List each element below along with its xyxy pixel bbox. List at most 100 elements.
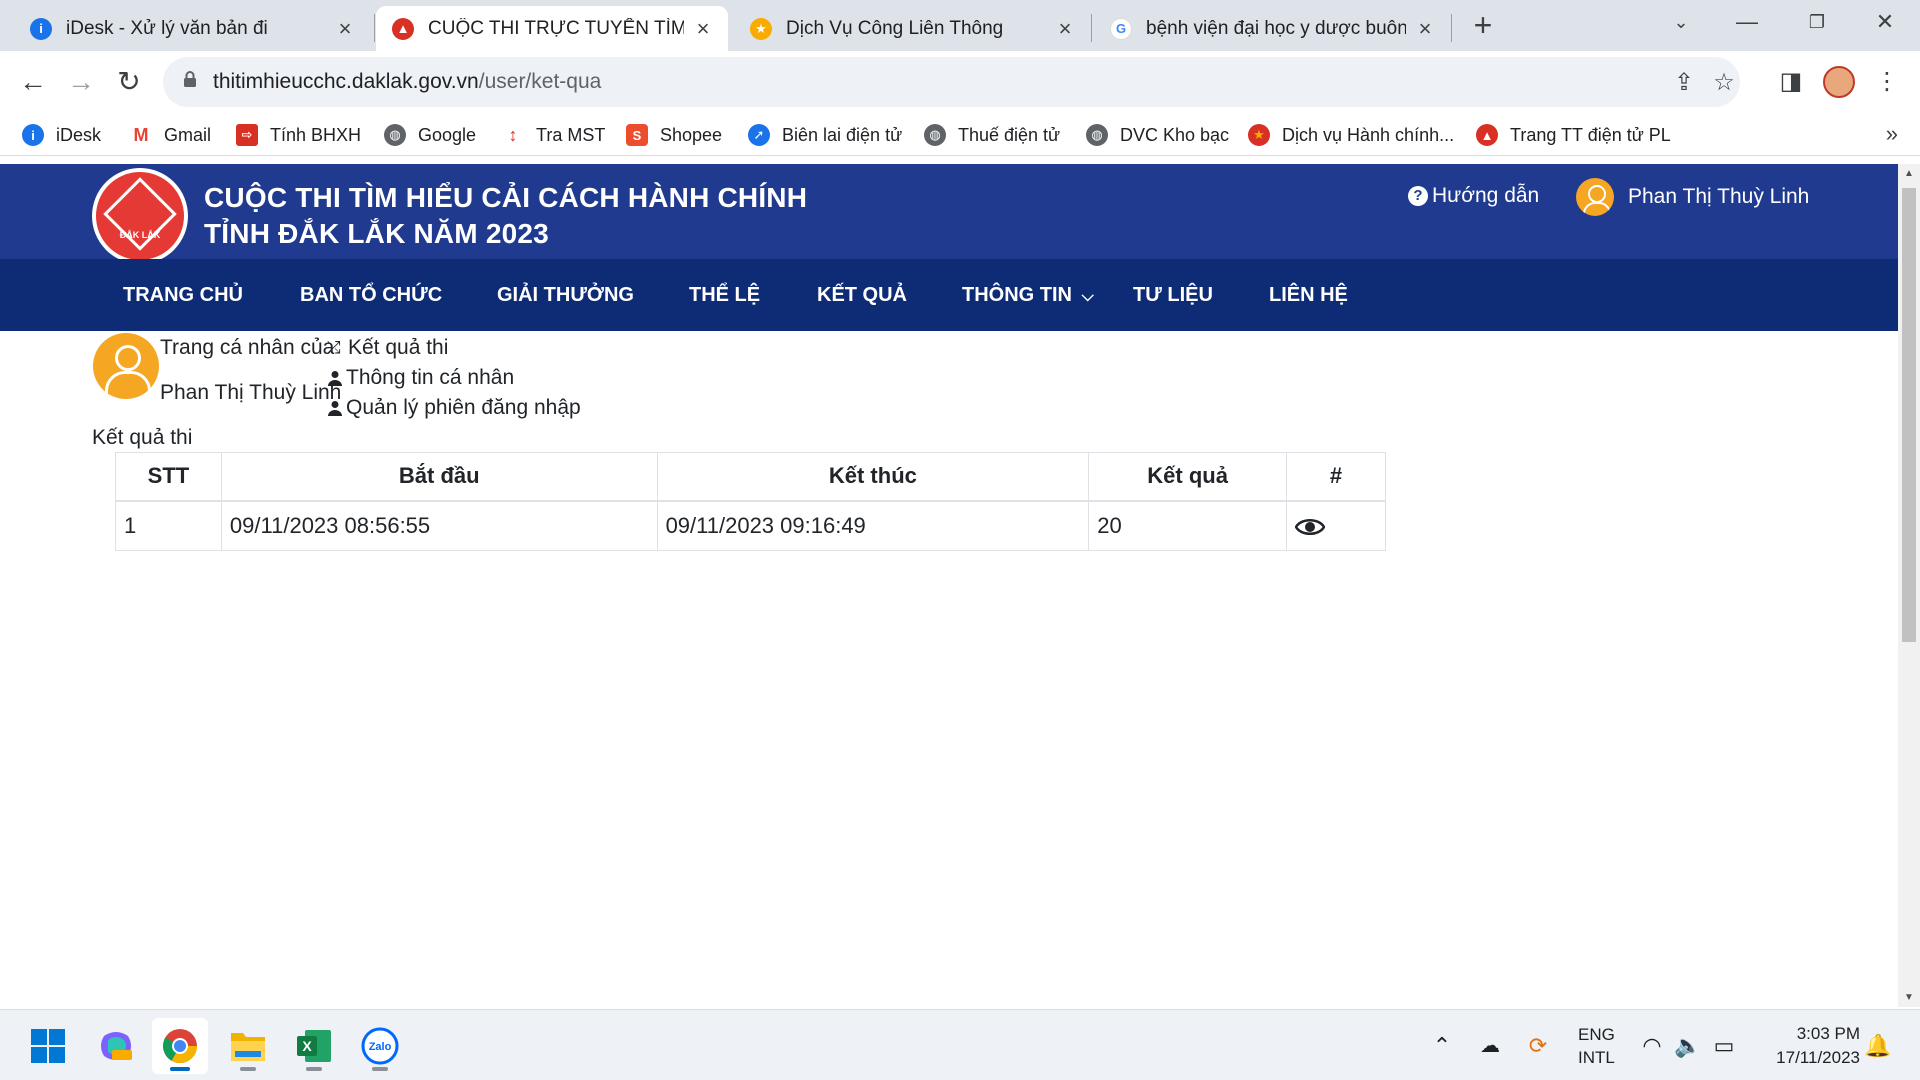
svg-text:X: X xyxy=(302,1038,312,1054)
nav-trang-chu[interactable]: TRANG CHỦ xyxy=(123,259,243,331)
bookmark-label: Tính BHXH xyxy=(270,124,362,145)
clock[interactable]: 3:03 PM 17/11/2023 xyxy=(1760,1010,1860,1080)
bookmark-thue-dien-tu[interactable]: ◍ Thuế điện tử xyxy=(924,121,1060,149)
site-title: CUỘC THI TÌM HIỂU CẢI CÁCH HÀNH CHÍNH TỈ… xyxy=(204,180,807,252)
menu-label: Quản lý phiên đăng nhập xyxy=(346,396,581,419)
bookmark-dvc-kho-bac[interactable]: ◍ DVC Kho bạc xyxy=(1086,121,1229,149)
speaker-muted-icon[interactable]: 🔈 xyxy=(1674,1032,1702,1060)
profile-avatar-icon[interactable] xyxy=(1822,65,1856,99)
user-icon xyxy=(328,371,342,386)
taskbar-zalo[interactable]: Zalo xyxy=(352,1018,408,1074)
reload-icon[interactable]: ↻ xyxy=(112,65,146,99)
bookmarks-more-icon[interactable]: » xyxy=(1886,121,1898,147)
user-avatar-icon xyxy=(1576,178,1614,216)
copilot-icon xyxy=(101,1032,132,1060)
browser-tab-idesk[interactable]: i iDesk - Xử lý văn bản đi × xyxy=(14,6,370,51)
taskbar-copilot[interactable] xyxy=(88,1018,144,1074)
nav-giai-thuong[interactable]: GIẢI THƯỞNG xyxy=(497,259,634,331)
svg-text:Zalo: Zalo xyxy=(369,1041,392,1053)
show-hidden-icons-chevron-up-icon[interactable]: ⌃ xyxy=(1428,1032,1456,1060)
scroll-down-icon[interactable]: ▼ xyxy=(1898,992,1920,1003)
table-header-row: STT Bắt đầu Kết thúc Kết quả # xyxy=(115,452,1386,502)
bookmark-shopee[interactable]: S Shopee xyxy=(626,121,722,149)
menu-ket-qua-thi[interactable]: ⤮ Kết quả thi xyxy=(327,336,448,360)
site-title-line2: TỈNH ĐẮK LẮK NĂM 2023 xyxy=(204,218,549,249)
nav-ban-to-chuc[interactable]: BAN TỔ CHỨC xyxy=(300,259,442,331)
sync-icon[interactable]: ⟳ xyxy=(1524,1032,1552,1060)
lock-icon xyxy=(184,71,196,87)
help-label: Hướng dẫn xyxy=(1432,184,1540,207)
question-circle-icon: ? xyxy=(1408,186,1428,206)
profile-heading: Trang cá nhân của xyxy=(160,336,335,359)
profile-name: Phan Thị Thuỳ Linh xyxy=(160,381,342,404)
zalo-icon: Zalo xyxy=(361,1027,399,1065)
menu-icon[interactable]: ⋮ xyxy=(1870,65,1904,99)
bookmark-trang-tt-pl[interactable]: ▲ Trang TT điện tử PL xyxy=(1476,121,1671,149)
google-icon: G xyxy=(1110,17,1132,40)
browser-tab-dvc[interactable]: ★ Dịch Vụ Công Liên Thông × xyxy=(734,6,1090,51)
bienlai-icon: ➚ xyxy=(748,124,770,146)
minimize-icon[interactable]: — xyxy=(1712,0,1782,44)
address-bar[interactable]: thitimhieucchc.daklak.gov.vn/user/ket-qu… xyxy=(163,57,1740,107)
shopee-icon: S xyxy=(626,124,648,146)
bookmark-tra-mst[interactable]: ↕ Tra MST xyxy=(502,121,605,149)
close-icon[interactable]: × xyxy=(1054,16,1076,42)
wifi-icon[interactable]: ◠ xyxy=(1638,1032,1666,1060)
header-user-menu[interactable]: Phan Thị Thuỳ Linh xyxy=(1576,178,1809,216)
bookmark-bien-lai[interactable]: ➚ Biên lai điện tử xyxy=(748,121,902,149)
taskbar-chrome[interactable] xyxy=(152,1018,208,1074)
tab-separator xyxy=(1451,14,1452,42)
scroll-thumb[interactable] xyxy=(1902,188,1916,642)
tab-separator xyxy=(374,14,375,42)
nav-lien-he[interactable]: LIÊN HỆ xyxy=(1269,259,1348,331)
side-panel-icon[interactable]: ◨ xyxy=(1774,65,1808,99)
windows-taskbar: X Zalo ⌃ ☁ ⟳ ENG INTL ◠ 🔈 ▭ 3:03 PM 17/1… xyxy=(0,1009,1920,1080)
start-button[interactable] xyxy=(20,1018,76,1074)
daklak-logo[interactable]: ĐẮK LẮK xyxy=(92,168,188,264)
bookmarks-bar: i iDesk M Gmail ⇨ Tính BHXH ◍ Google ↕ T… xyxy=(0,113,1920,156)
cell-score: 20 xyxy=(1088,500,1288,551)
taskbar-excel[interactable]: X xyxy=(286,1018,342,1074)
bookmark-tinh-bhxh[interactable]: ⇨ Tính BHXH xyxy=(236,121,361,149)
share-icon[interactable]: ⇪ xyxy=(1670,69,1698,97)
back-icon[interactable]: ← xyxy=(16,65,50,99)
menu-thong-tin-ca-nhan[interactable]: Thông tin cá nhân xyxy=(327,366,514,390)
bookmark-gmail[interactable]: M Gmail xyxy=(130,121,211,149)
window-close-icon[interactable]: ✕ xyxy=(1850,0,1920,44)
idesk-icon: i xyxy=(22,124,44,146)
onedrive-offline-icon[interactable]: ☁ xyxy=(1476,1032,1504,1060)
taskbar-file-explorer[interactable] xyxy=(220,1018,276,1074)
menu-label: Kết quả thi xyxy=(348,336,449,359)
star-icon[interactable]: ☆ xyxy=(1710,69,1738,97)
browser-tab-cuoc-thi[interactable]: ▲ CUỘC THI TRỰC TUYẾN TÌM HIỂ × xyxy=(376,6,728,51)
help-link[interactable]: ? Hướng dẫn xyxy=(1408,184,1539,208)
eye-icon[interactable] xyxy=(1295,516,1326,538)
restore-icon[interactable]: ❐ xyxy=(1782,0,1852,44)
nav-thong-tin[interactable]: THÔNG TIN ⌵ xyxy=(962,259,1094,333)
notification-bell-icon[interactable]: 🔔 xyxy=(1864,1032,1892,1060)
tab-search-icon[interactable]: ⌄ xyxy=(1646,0,1716,44)
battery-icon[interactable]: ▭ xyxy=(1710,1032,1738,1060)
nav-the-le[interactable]: THỂ LỆ xyxy=(689,259,760,331)
nav-tu-lieu[interactable]: TƯ LIỆU xyxy=(1133,259,1213,331)
tramst-icon: ↕ xyxy=(502,124,524,146)
menu-quan-ly-phien[interactable]: Quản lý phiên đăng nhập xyxy=(327,396,581,420)
header-user-name: Phan Thị Thuỳ Linh xyxy=(1628,185,1810,208)
language-indicator[interactable]: ENG INTL xyxy=(1578,1010,1615,1080)
bookmark-idesk[interactable]: i iDesk xyxy=(22,121,101,149)
page-scrollbar[interactable]: ▲ ▼ xyxy=(1898,164,1920,1007)
nav-ket-qua[interactable]: KẾT QUẢ xyxy=(817,259,907,331)
new-tab-button[interactable]: + xyxy=(1466,8,1500,42)
column-header-ket-thuc: Kết thúc xyxy=(656,452,1090,502)
bookmark-label: Dịch vụ Hành chính... xyxy=(1282,124,1455,145)
main-nav: TRANG CHỦ BAN TỔ CHỨC GIẢI THƯỞNG THỂ LỆ… xyxy=(0,259,1898,331)
bookmark-dich-vu-hanh-chinh[interactable]: ★ Dịch vụ Hành chính... xyxy=(1248,121,1454,149)
close-icon[interactable]: × xyxy=(692,16,714,42)
close-icon[interactable]: × xyxy=(1414,16,1436,42)
scroll-up-icon[interactable]: ▲ xyxy=(1898,168,1920,179)
table-row: 1 09/11/2023 08:56:55 09/11/2023 09:16:4… xyxy=(115,500,1386,551)
browser-tab-google[interactable]: G bệnh viện đại học y dược buôn m × xyxy=(1094,6,1450,51)
forward-icon[interactable]: → xyxy=(64,65,98,99)
bookmark-google[interactable]: ◍ Google xyxy=(384,121,476,149)
close-icon[interactable]: × xyxy=(334,16,356,42)
